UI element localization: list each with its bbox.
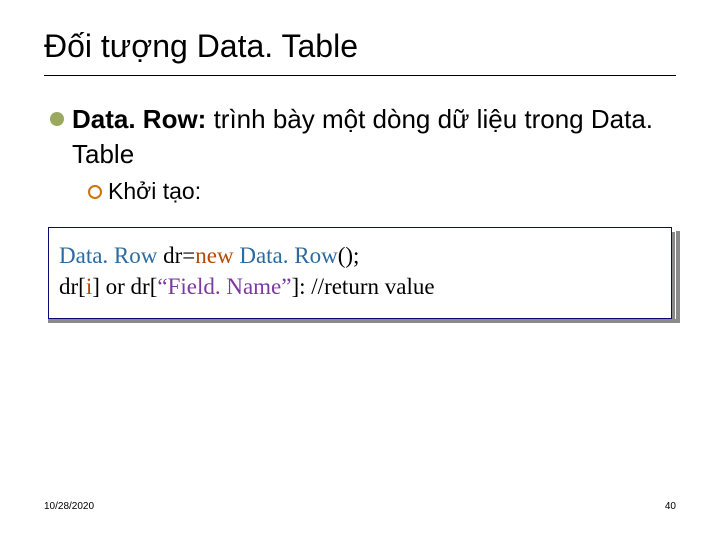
sub-bullet-text: Khởi tạo: [108, 178, 201, 205]
code-text: dr[ [59, 274, 86, 299]
box-shadow-bottom [48, 319, 680, 323]
code-type: Data. Row [234, 243, 338, 268]
bullet-strong: Data. Row: [72, 104, 206, 134]
bullet-icon [50, 112, 64, 126]
footer-date: 10/28/2020 [44, 501, 94, 512]
code-line-1: Data. Row dr=new Data. Row(); [59, 240, 661, 271]
code-box-wrap: Data. Row dr=new Data. Row(); dr[i] or d… [44, 227, 676, 319]
code-keyword-new: new [195, 243, 233, 268]
ring-icon [88, 185, 102, 199]
box-shadow-right [676, 231, 680, 323]
code-text: dr= [157, 243, 195, 268]
slide: Đối tượng Data. Table Data. Row: trình b… [0, 0, 720, 540]
footer-page-number: 40 [665, 501, 676, 512]
code-string: “Field. Name” [157, 274, 291, 299]
slide-title: Đối tượng Data. Table [44, 28, 676, 76]
sub-bullet-item: Khởi tạo: [88, 178, 676, 205]
bullet-item: Data. Row: trình bày một dòng dữ liệu tr… [50, 102, 676, 172]
code-box: Data. Row dr=new Data. Row(); dr[i] or d… [48, 227, 672, 319]
bullet-text: Data. Row: trình bày một dòng dữ liệu tr… [72, 102, 676, 172]
code-line-2: dr[i] or dr[“Field. Name”]: //return val… [59, 271, 661, 302]
code-text: ]: //return value [291, 274, 434, 299]
code-text: ] or dr[ [92, 274, 157, 299]
code-type: Data. Row [59, 243, 157, 268]
code-text: (); [338, 243, 360, 268]
